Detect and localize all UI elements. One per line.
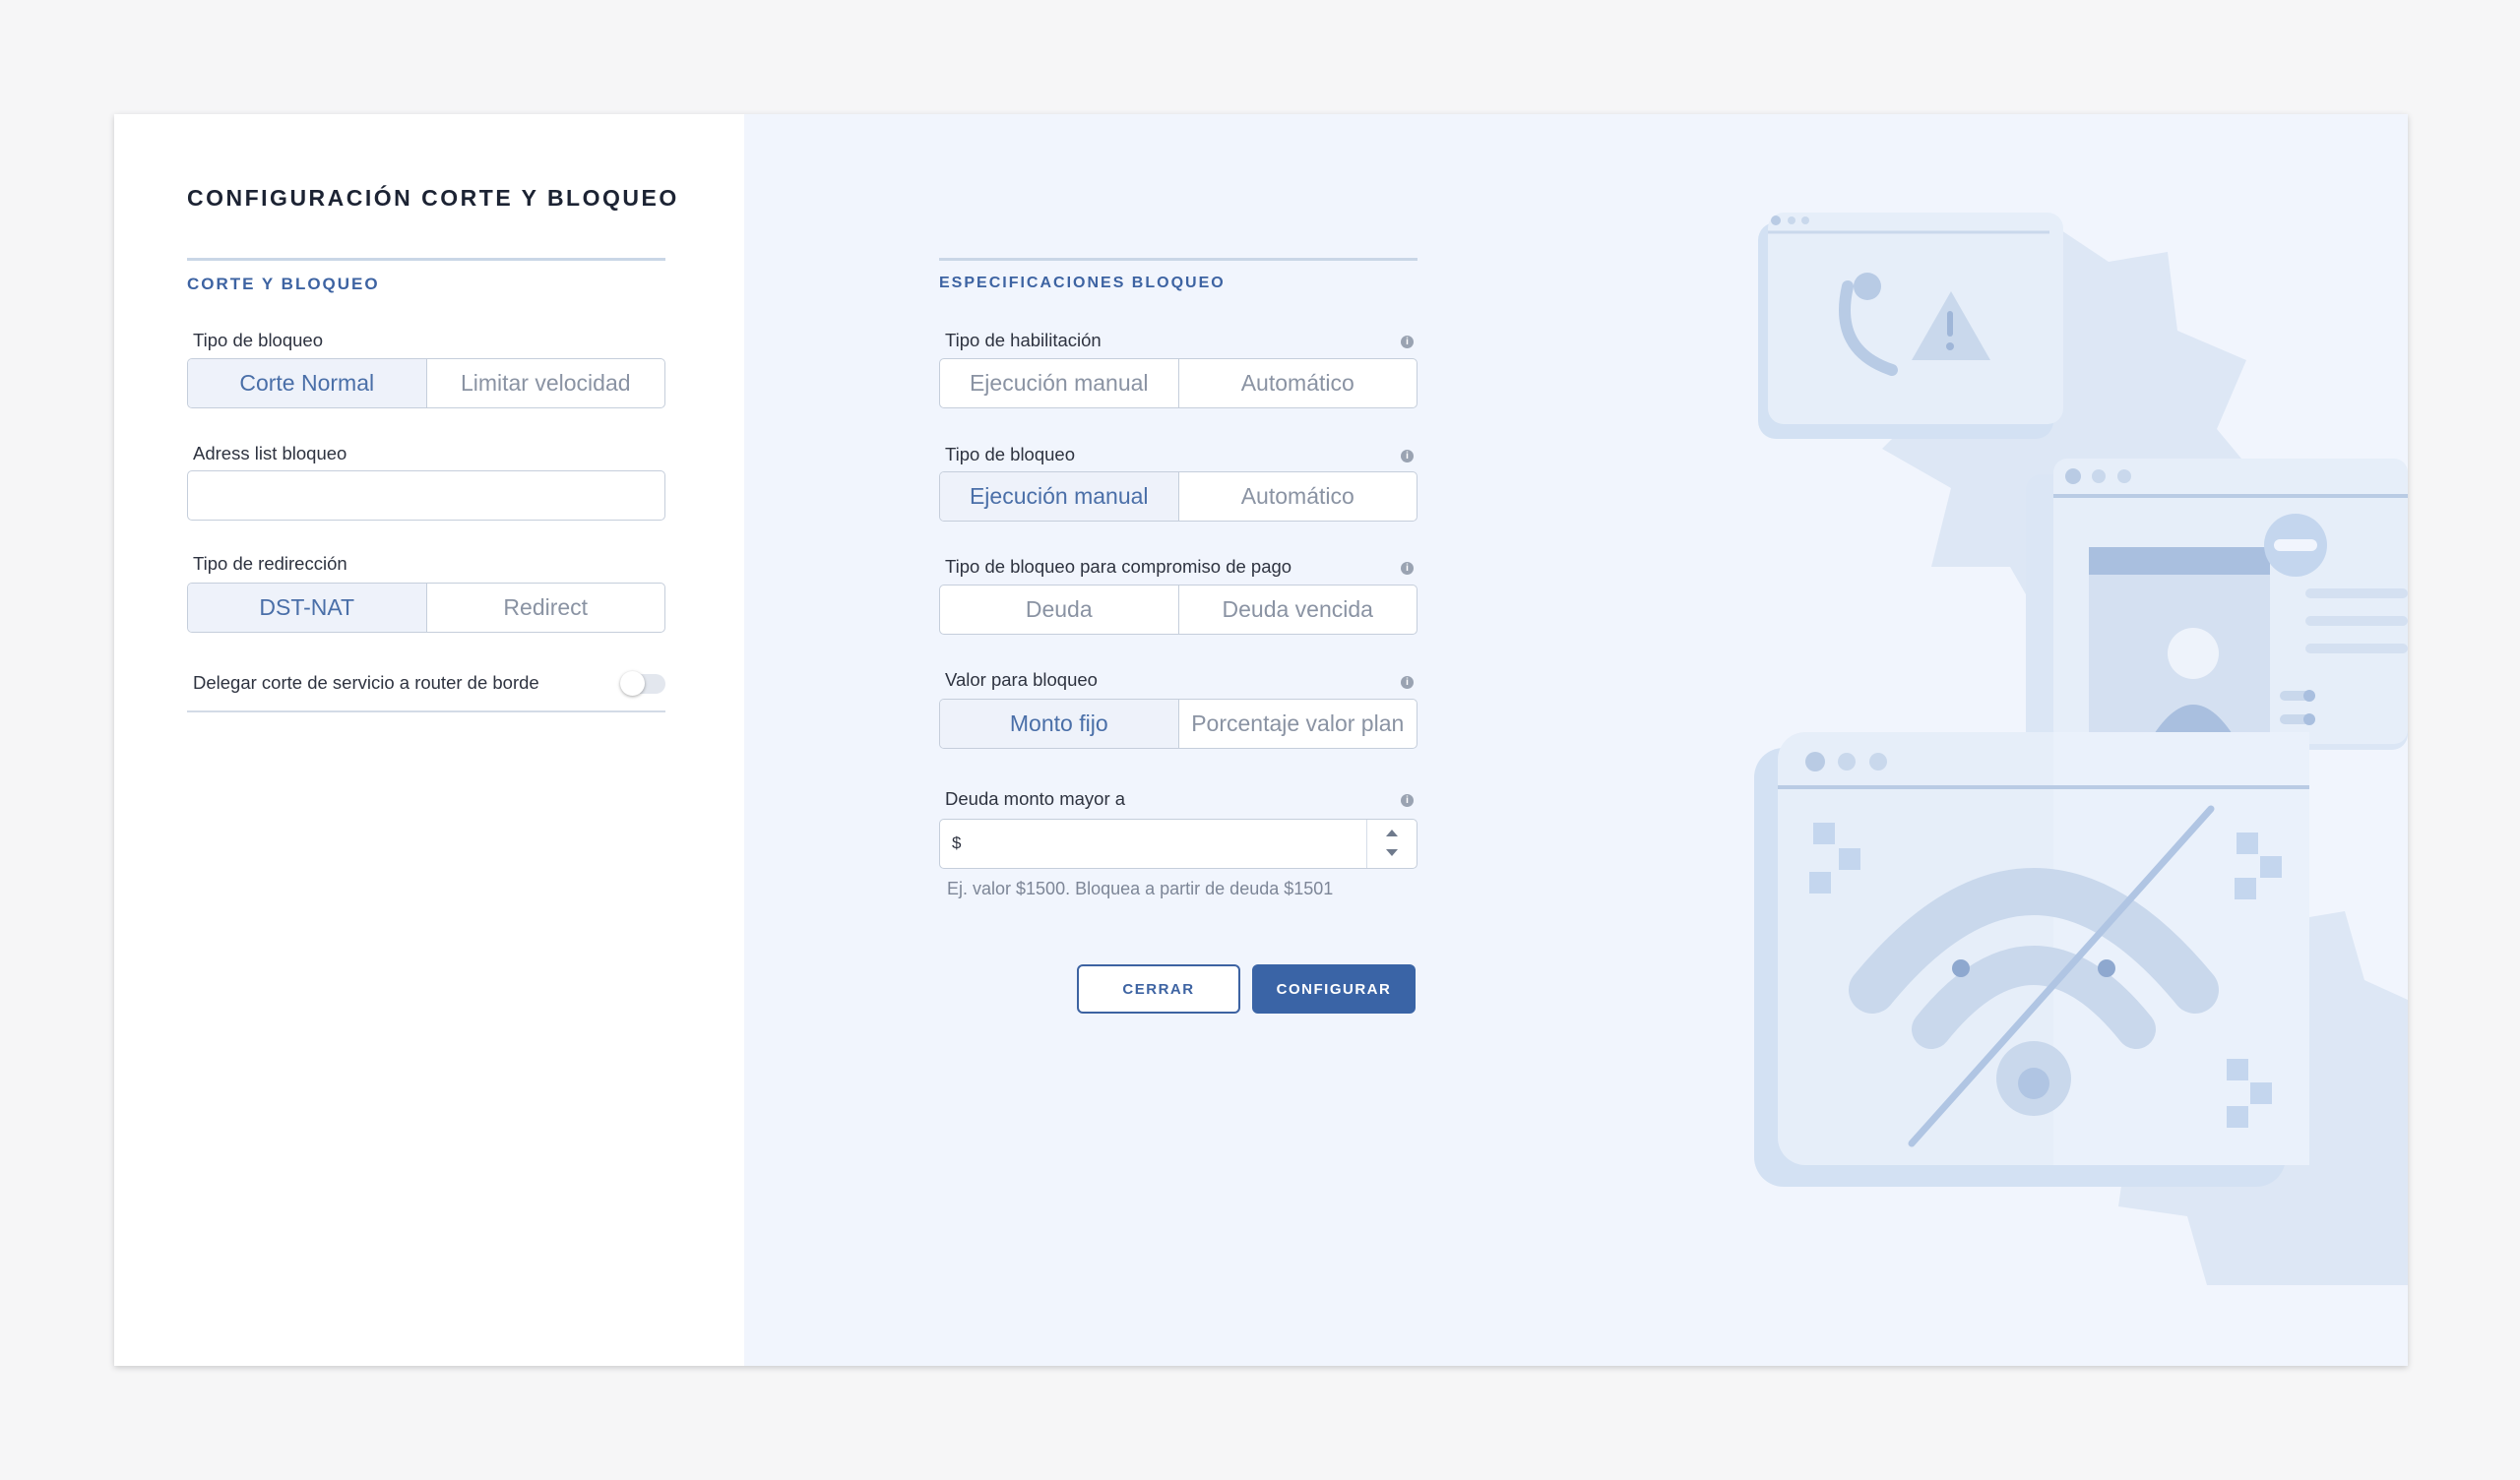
cerrar-button[interactable]: CERRAR xyxy=(1077,964,1240,1014)
tipo-redireccion-toggle: DST-NAT Redirect xyxy=(187,583,665,633)
option-deuda-vencida[interactable]: Deuda vencida xyxy=(1177,586,1418,634)
info-icon[interactable]: i xyxy=(1401,562,1414,575)
browser-window-profile xyxy=(2026,459,2408,750)
section-divider xyxy=(187,710,665,712)
valor-bloqueo-label: Valor para bloqueo xyxy=(945,669,1098,690)
browser-window-top xyxy=(1758,213,2063,439)
connection-illustration xyxy=(1754,213,2408,1285)
config-card: CONFIGURACIÓN CORTE Y BLOQUEO CORTE Y BL… xyxy=(114,114,2408,1366)
delegar-switch[interactable] xyxy=(620,671,665,696)
delegar-label: Delegar corte de servicio a router de bo… xyxy=(193,672,539,693)
delegar-row: Delegar corte de servicio a router de bo… xyxy=(187,671,665,698)
address-list-label: Adress list bloqueo xyxy=(193,443,347,463)
tipo-bloqueo-label: Tipo de bloqueo xyxy=(945,444,1076,464)
deuda-monto-input[interactable]: $ xyxy=(939,819,1418,869)
info-icon[interactable]: i xyxy=(1401,450,1414,462)
deuda-monto-hint: Ej. valor $1500. Bloquea a partir de deu… xyxy=(947,879,1334,898)
address-list-input[interactable] xyxy=(187,470,665,521)
option-ejecucion-manual[interactable]: Ejecución manual xyxy=(940,472,1178,521)
right-panel: ESPECIFICACIONES BLOQUEO Tipo de habilit… xyxy=(744,114,2408,1366)
spin-up-icon[interactable] xyxy=(1386,830,1398,836)
tipo-habilitacion-label: Tipo de habilitación xyxy=(945,330,1102,350)
section-heading-corte: CORTE Y BLOQUEO xyxy=(187,275,380,293)
option-ejecucion-manual[interactable]: Ejecución manual xyxy=(940,359,1178,407)
tipo-redireccion-label: Tipo de redirección xyxy=(193,553,347,574)
compromiso-pago-label: Tipo de bloqueo para compromiso de pago xyxy=(945,556,1292,577)
switch-knob xyxy=(620,671,645,696)
option-redirect[interactable]: Redirect xyxy=(425,584,665,632)
option-monto-fijo[interactable]: Monto fijo xyxy=(940,700,1178,748)
info-icon[interactable]: i xyxy=(1401,794,1414,807)
number-stepper xyxy=(1366,820,1417,868)
section-heading-especificaciones: ESPECIFICACIONES BLOQUEO xyxy=(939,275,1226,291)
option-limitar-velocidad[interactable]: Limitar velocidad xyxy=(425,359,665,407)
compromiso-pago-toggle: Deuda Deuda vencida xyxy=(939,585,1418,635)
option-deuda[interactable]: Deuda xyxy=(940,586,1178,634)
tipo-habilitacion-toggle: Ejecución manual Automático xyxy=(939,358,1418,408)
corte-bloqueo-section: CORTE Y BLOQUEO Tipo de bloqueo Corte No… xyxy=(187,258,665,713)
option-automatico[interactable]: Automático xyxy=(1177,359,1418,407)
spin-down-icon[interactable] xyxy=(1386,849,1398,856)
currency-prefix: $ xyxy=(952,833,962,852)
tipo-bloqueo-label: Tipo de bloqueo xyxy=(193,330,324,350)
left-panel: CONFIGURACIÓN CORTE Y BLOQUEO CORTE Y BL… xyxy=(114,114,744,1366)
info-icon[interactable]: i xyxy=(1401,336,1414,348)
browser-window-wifi xyxy=(1754,732,2309,1187)
option-automatico[interactable]: Automático xyxy=(1177,472,1418,521)
info-icon[interactable]: i xyxy=(1401,676,1414,689)
especificaciones-section: ESPECIFICACIONES BLOQUEO Tipo de habilit… xyxy=(939,258,1418,898)
option-porcentaje-valor-plan[interactable]: Porcentaje valor plan xyxy=(1177,700,1418,748)
tipo-bloqueo-spec-toggle: Ejecución manual Automático xyxy=(939,471,1418,522)
option-corte-normal[interactable]: Corte Normal xyxy=(188,359,426,407)
page-title: CONFIGURACIÓN CORTE Y BLOQUEO xyxy=(187,185,679,211)
tipo-bloqueo-toggle: Corte Normal Limitar velocidad xyxy=(187,358,665,408)
valor-bloqueo-toggle: Monto fijo Porcentaje valor plan xyxy=(939,699,1418,749)
configurar-button[interactable]: CONFIGURAR xyxy=(1252,964,1416,1014)
deuda-monto-label: Deuda monto mayor a xyxy=(945,788,1126,809)
option-dst-nat[interactable]: DST-NAT xyxy=(188,584,426,632)
